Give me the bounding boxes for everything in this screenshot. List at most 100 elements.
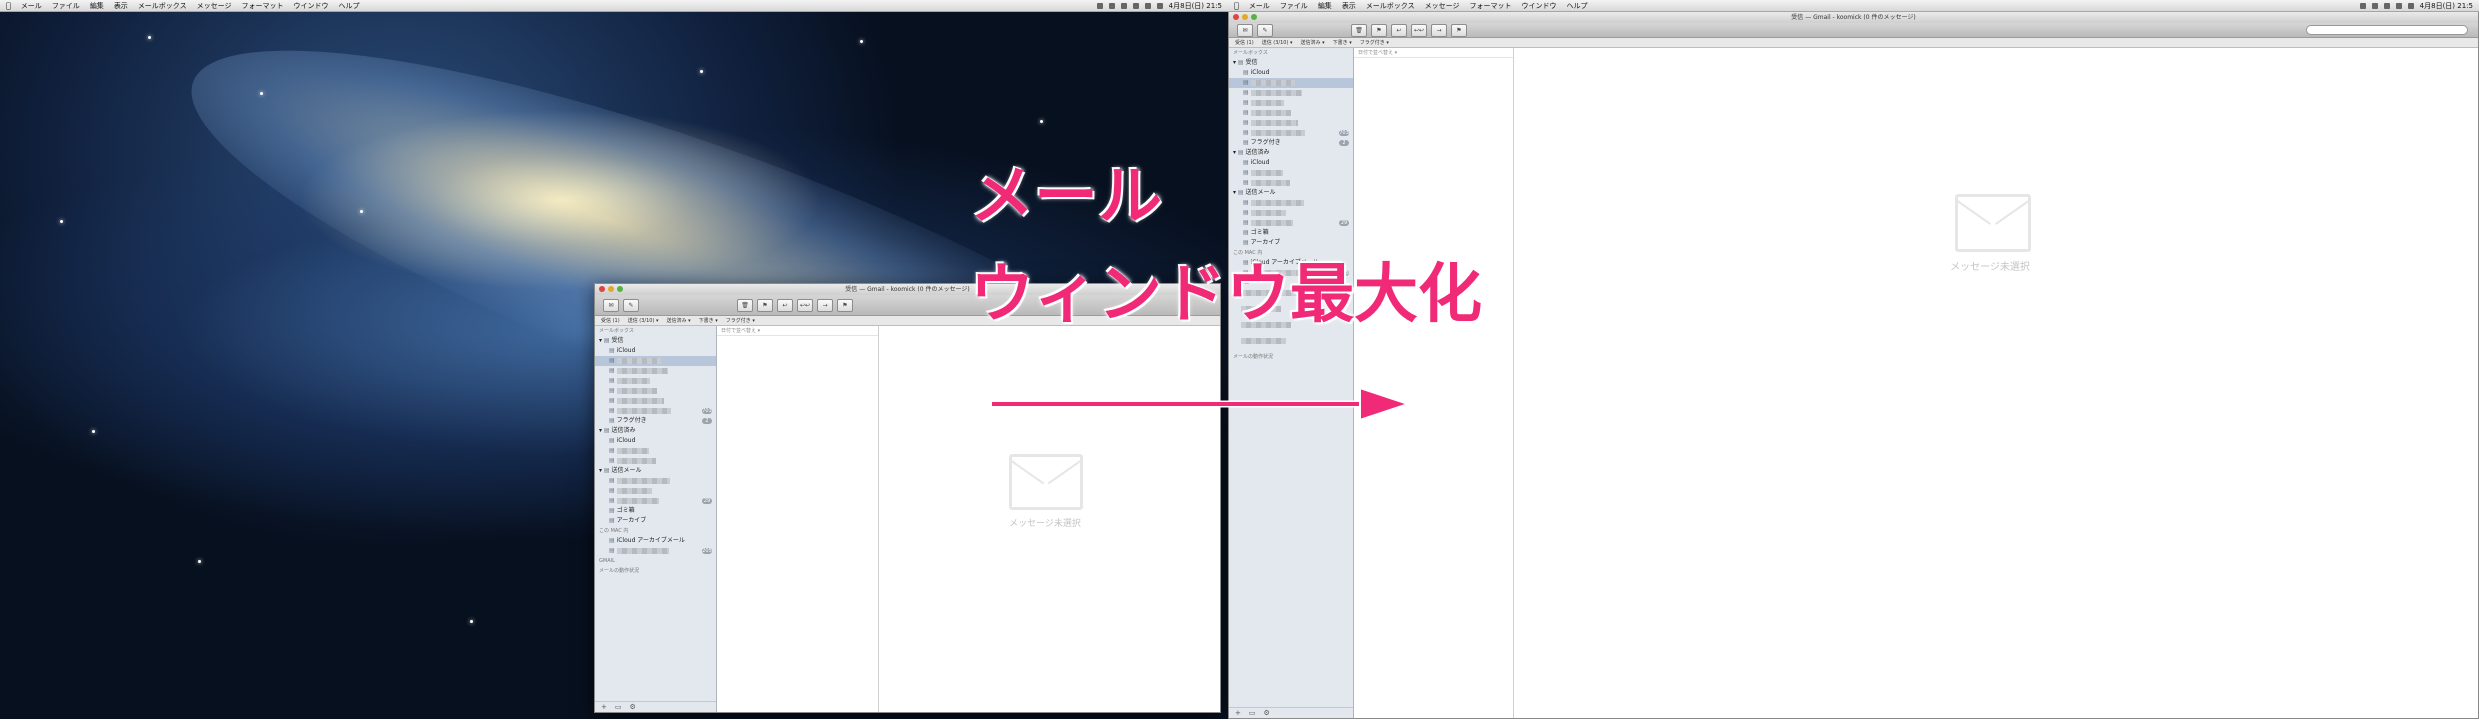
mailbox-item[interactable]: ▤	[595, 476, 716, 486]
menu-view[interactable]: 表示	[1342, 1, 1356, 11]
mailbox-item[interactable]: ▤ 29	[595, 496, 716, 506]
sort-menu[interactable]: 日付で並べ替え ▾	[717, 326, 878, 336]
wifi-icon[interactable]	[1144, 2, 1151, 9]
mailbox-item[interactable]: ▤ iCloud	[1229, 68, 1353, 78]
mailbox-item[interactable]: ▾ ▤ 送信メール	[595, 466, 716, 476]
volume-icon[interactable]	[1156, 2, 1163, 9]
status-icon[interactable]	[2359, 2, 2366, 9]
add-mailbox-icon[interactable]: +	[1235, 709, 1241, 717]
compose-button[interactable]: ✎	[623, 298, 639, 312]
zoom-button[interactable]	[617, 286, 623, 292]
status-icon[interactable]	[1108, 2, 1115, 9]
menu-mail[interactable]: メール	[1249, 1, 1270, 11]
mailbox-item[interactable]: ▤ ゴミ箱	[1229, 228, 1353, 238]
reply-all-button[interactable]: ↩↩	[797, 298, 813, 312]
mailbox-item[interactable]: ▤	[595, 386, 716, 396]
mailbox-item[interactable]: ▤	[1229, 168, 1353, 178]
mailbox-item[interactable]: ▤	[1229, 88, 1353, 98]
mailbox-item[interactable]: ▤	[1229, 178, 1353, 188]
show-hide-icon[interactable]: ▭	[1249, 709, 1256, 717]
close-button[interactable]	[1233, 14, 1239, 20]
mailbox-item[interactable]: ▤	[595, 376, 716, 386]
mailbox-item[interactable]: ▤	[1229, 118, 1353, 128]
menu-format[interactable]: フォーマット	[241, 1, 283, 11]
menu-help[interactable]: ヘルプ	[1566, 1, 1587, 11]
menubar-clock[interactable]: 4月8日(日) 21:5	[2420, 1, 2473, 11]
mailbox-item[interactable]: ▤ フラグ付き 2	[1229, 138, 1353, 148]
favorite-inbox[interactable]: 受信 (1)	[1235, 39, 1254, 46]
zoom-button[interactable]	[1251, 14, 1257, 20]
menu-format[interactable]: フォーマット	[1469, 1, 1511, 11]
menu-file[interactable]: ファイル	[1280, 1, 1308, 11]
favorite-inbox[interactable]: 受信 (1)	[601, 317, 620, 324]
status-icon[interactable]	[1120, 2, 1127, 9]
status-icon[interactable]	[2383, 2, 2390, 9]
mailbox-item[interactable]: ▤	[1229, 78, 1353, 88]
mailbox-item[interactable]: ▾ ▤ 送信済み	[595, 426, 716, 436]
favorite-sent[interactable]: 送信 (3/10) ▾	[1262, 39, 1293, 46]
mailbox-item[interactable]: ▤	[595, 486, 716, 496]
junk-button[interactable]: ⚑	[757, 298, 773, 312]
window-titlebar[interactable]: 受信 — Gmail - koomick (0 件のメッセージ)	[1229, 12, 2478, 23]
mailbox-item[interactable]: ▤	[1229, 208, 1353, 218]
favorite-flagged[interactable]: フラグ付き ▾	[726, 317, 755, 324]
favorite-drafts[interactable]: 下書き ▾	[1333, 39, 1352, 46]
mailbox-item[interactable]: ▤	[1229, 198, 1353, 208]
flag-button[interactable]: ⚑	[1451, 23, 1467, 37]
mailbox-item[interactable]: ▤ 205	[595, 546, 716, 556]
minimize-button[interactable]	[1242, 14, 1248, 20]
status-icon[interactable]	[2371, 2, 2378, 9]
mailbox-item[interactable]: ▤ iCloud	[1229, 158, 1353, 168]
menu-mailbox[interactable]: メールボックス	[1366, 1, 1415, 11]
menu-edit[interactable]: 編集	[90, 1, 104, 11]
mailbox-item[interactable]: ▤	[595, 456, 716, 466]
message-list[interactable]: 日付で並べ替え ▾	[717, 326, 879, 712]
mailbox-item[interactable]: ▤ アーカイブ	[595, 516, 716, 526]
mailbox-item[interactable]: ▤ ゴミ箱	[595, 506, 716, 516]
mailbox-item[interactable]: ▤	[595, 366, 716, 376]
reply-all-button[interactable]: ↩↩	[1411, 23, 1427, 37]
status-icon[interactable]	[1096, 2, 1103, 9]
sort-menu[interactable]: 日付で並べ替え ▾	[1354, 48, 1513, 58]
flag-button[interactable]: ⚑	[837, 298, 853, 312]
mailbox-item[interactable]: ▤	[595, 446, 716, 456]
get-mail-button[interactable]: ✉	[1237, 23, 1253, 37]
menu-window[interactable]: ウインドウ	[293, 1, 328, 11]
menu-message[interactable]: メッセージ	[197, 1, 232, 11]
menubar-clock[interactable]: 4月8日(日) 21:5	[1169, 1, 1222, 11]
forward-button[interactable]: →	[1431, 23, 1447, 37]
message-list[interactable]: 日付で並べ替え ▾	[1354, 48, 1514, 718]
menu-edit[interactable]: 編集	[1318, 1, 1332, 11]
mailbox-item[interactable]: ▤	[1229, 98, 1353, 108]
mailbox-item[interactable]: ▤ iCloud アーカイブメール	[595, 536, 716, 546]
mailbox-item[interactable]: ▾ ▤ 受信	[1229, 58, 1353, 68]
reply-button[interactable]: ↩	[1391, 23, 1407, 37]
mailbox-item[interactable]: ▤ 703	[595, 406, 716, 416]
mailbox-item[interactable]: ▾ ▤ 送信済み	[1229, 148, 1353, 158]
mailbox-item[interactable]: ▤	[595, 356, 716, 366]
forward-button[interactable]: →	[817, 298, 833, 312]
add-mailbox-icon[interactable]: +	[601, 703, 607, 711]
wifi-icon[interactable]	[2395, 2, 2402, 9]
apple-menu-icon[interactable]: 	[6, 1, 11, 10]
menu-mailbox[interactable]: メールボックス	[138, 1, 187, 11]
mailbox-item[interactable]: ▤ 29	[1229, 218, 1353, 228]
favorite-drafts[interactable]: 下書き ▾	[699, 317, 718, 324]
menu-window[interactable]: ウインドウ	[1521, 1, 1556, 11]
show-hide-icon[interactable]: ▭	[615, 703, 622, 711]
mailbox-item[interactable]: ▤ iCloud	[595, 346, 716, 356]
compose-button[interactable]: ✎	[1257, 23, 1273, 37]
get-mail-button[interactable]: ✉	[603, 298, 619, 312]
menu-message[interactable]: メッセージ	[1425, 1, 1460, 11]
favorite-sent-items[interactable]: 送信済み ▾	[1301, 39, 1325, 46]
mailbox-item[interactable]: ▤	[1229, 108, 1353, 118]
mailbox-item[interactable]: ▾ ▤ 送信メール	[1229, 188, 1353, 198]
mailbox-item[interactable]: ▤	[595, 396, 716, 406]
mailbox-item[interactable]: ▾ ▤ 受信	[595, 336, 716, 346]
favorite-sent-items[interactable]: 送信済み ▾	[667, 317, 691, 324]
search-input[interactable]	[2306, 25, 2468, 35]
menu-view[interactable]: 表示	[114, 1, 128, 11]
apple-menu-icon[interactable]: 	[1234, 1, 1239, 10]
minimize-button[interactable]	[608, 286, 614, 292]
status-icon[interactable]	[1132, 2, 1139, 9]
